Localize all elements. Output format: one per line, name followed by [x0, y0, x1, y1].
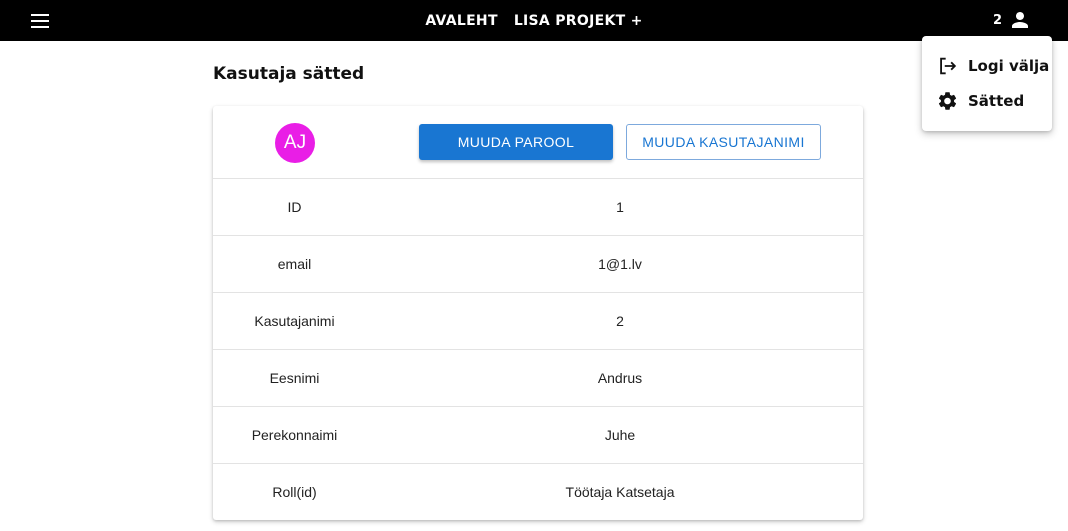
field-row-first-name: Eesnimi Andrus — [213, 350, 863, 407]
field-label: Eesnimi — [269, 370, 320, 386]
avatar: AJ — [275, 123, 315, 163]
field-value: Töötaja Katsetaja — [565, 484, 675, 500]
field-row-id: ID 1 — [213, 179, 863, 236]
menu-icon — [31, 14, 49, 28]
nav-link-home[interactable]: AVALEHT — [425, 13, 497, 29]
field-value: Andrus — [597, 370, 643, 386]
menu-item-logout[interactable]: Logi välja — [936, 53, 1049, 79]
field-label: Kasutajanimi — [254, 313, 335, 329]
change-username-button[interactable]: MUUDA KASUTAJANIMI — [626, 124, 821, 160]
field-row-username: Kasutajanimi 2 — [213, 293, 863, 350]
menu-item-logout-label: Logi välja — [968, 57, 1050, 75]
field-label: Perekonnaimi — [251, 427, 338, 443]
main-nav: AVALEHT LISA PROJEKT + — [0, 0, 1068, 41]
field-value: 1@1.lv — [598, 256, 642, 272]
app-bar: AVALEHT LISA PROJEKT + 2 — [0, 0, 1068, 41]
person-icon — [1012, 12, 1028, 28]
user-id-label: 2 — [992, 12, 1002, 28]
nav-link-add-project[interactable]: LISA PROJEKT + — [514, 13, 643, 29]
field-row-roles: Roll(id) Töötaja Katsetaja — [213, 464, 863, 520]
user-settings-card: AJ MUUDA PAROOL MUUDA KASUTAJANIMI ID 1 … — [213, 106, 863, 520]
menu-button[interactable] — [22, 8, 60, 34]
field-value: 1 — [616, 199, 624, 215]
field-value: 2 — [616, 313, 624, 329]
field-label: email — [277, 256, 312, 272]
user-menu-button[interactable]: 2 — [993, 7, 1032, 33]
user-dropdown-menu: Logi välja Sätted — [922, 36, 1052, 131]
field-label: ID — [287, 199, 302, 215]
field-value: Juhe — [604, 427, 636, 443]
field-label: Roll(id) — [272, 484, 317, 500]
field-row-last-name: Perekonnaimi Juhe — [213, 407, 863, 464]
field-row-email: email 1@1.lv — [213, 236, 863, 293]
menu-item-settings[interactable]: Sätted — [936, 88, 1024, 114]
profile-header: AJ MUUDA PAROOL MUUDA KASUTAJANIMI — [213, 106, 863, 179]
page-title: Kasutaja sätted — [213, 64, 365, 84]
menu-item-settings-label: Sätted — [968, 92, 1025, 110]
gear-icon — [938, 92, 957, 110]
logout-icon — [940, 57, 957, 75]
change-password-button[interactable]: MUUDA PAROOL — [419, 124, 613, 160]
